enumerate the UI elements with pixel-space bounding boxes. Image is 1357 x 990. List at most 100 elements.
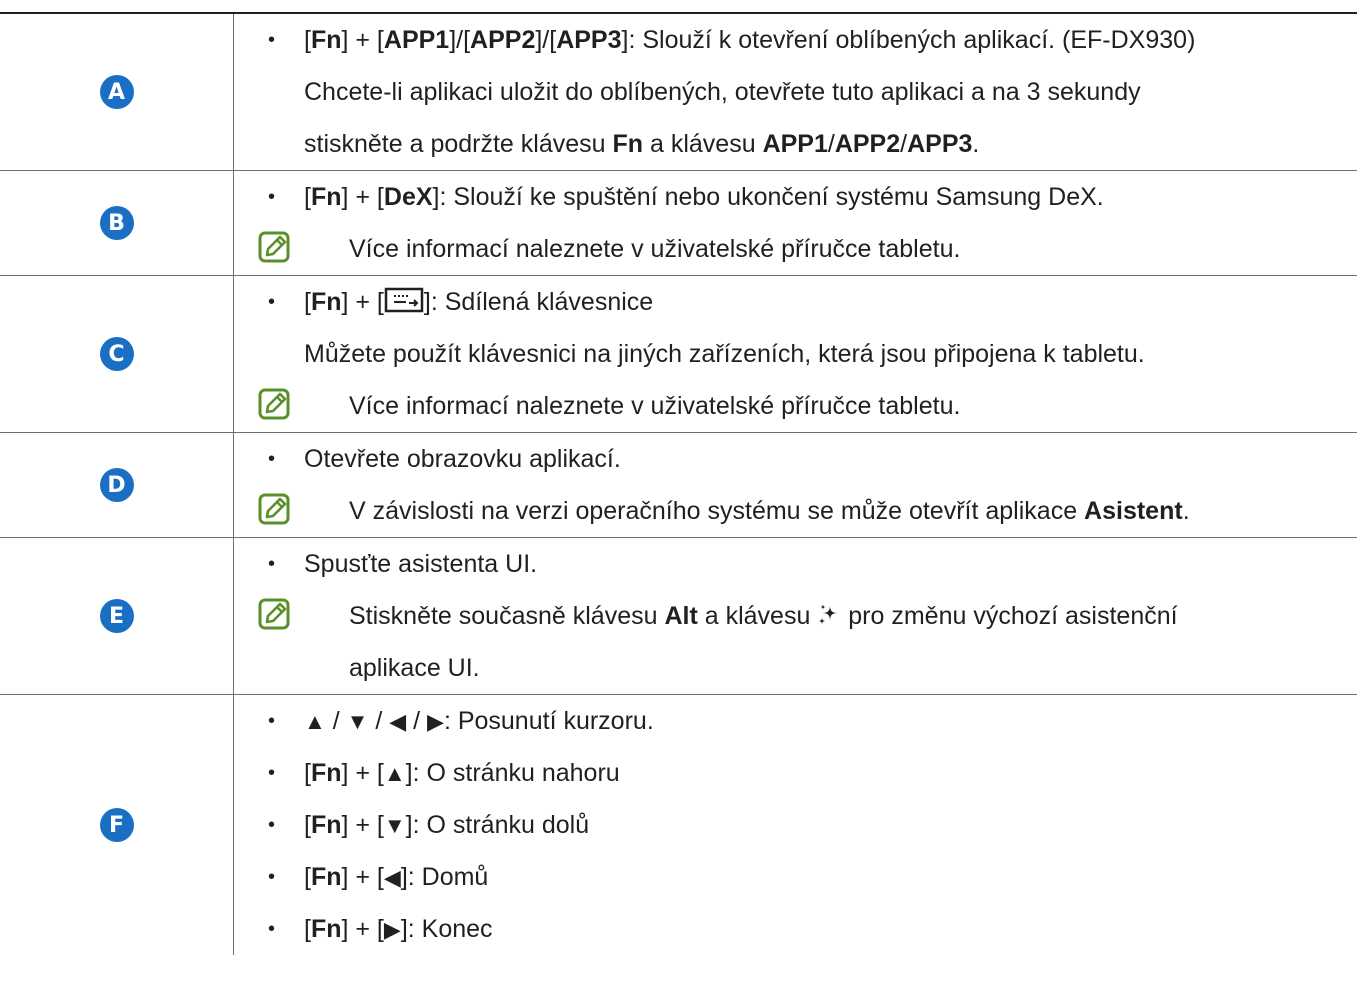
text-span: / xyxy=(368,707,390,735)
key-badge: B xyxy=(99,206,134,240)
key-cell: F xyxy=(0,695,234,955)
bullet-item: [Fn] + [DeX]: Slouží ke spuštění nebo uk… xyxy=(254,171,1357,223)
key-label: APP3 xyxy=(907,130,973,158)
shared-keyboard-icon xyxy=(384,288,424,313)
text-span: ] + [ xyxy=(341,811,384,839)
key-cell: C xyxy=(0,276,234,432)
key-label: APP2 xyxy=(470,26,536,54)
note-text: V závislosti na verzi operačního systému… xyxy=(254,485,1357,537)
key-badge: F xyxy=(99,808,134,842)
key-badge: A xyxy=(99,75,134,109)
bullet-item: [Fn] + [◀]: Domů xyxy=(254,851,1357,903)
text-span: [ xyxy=(304,811,311,839)
text-span: / xyxy=(325,707,347,735)
key-label: Fn xyxy=(612,130,644,158)
note-icon xyxy=(258,598,290,630)
shortcut-table: A [Fn] + [APP1]/[APP2]/[APP3]: Slouží k o… xyxy=(0,12,1357,955)
key-label: Alt xyxy=(664,602,698,630)
arrow-glyph: ▲ xyxy=(383,761,406,786)
text-span: aplikace UI. xyxy=(349,654,480,682)
bullet-item: Otevřete obrazovku aplikací. xyxy=(254,433,1357,485)
text-span: ] + [ xyxy=(341,759,384,787)
bullet-item: [Fn] + [▶]: Konec xyxy=(254,903,1357,955)
text-span: . xyxy=(972,130,980,158)
text-span: ] + [ xyxy=(341,26,384,54)
text-span: ]: Konec xyxy=(400,915,493,943)
key-label: Fn xyxy=(310,183,342,211)
description-cell: Otevřete obrazovku aplikací. V závislosti… xyxy=(234,433,1357,537)
key-label: Fn xyxy=(310,811,342,839)
text-span: ] + [ xyxy=(341,288,384,316)
key-label: APP1 xyxy=(762,130,828,158)
text-span: ]/[ xyxy=(449,26,471,54)
text-span: [ xyxy=(304,288,311,316)
note-text: aplikace UI. xyxy=(254,642,1357,694)
text-span: Více informací naleznete v uživatelské p… xyxy=(349,235,961,263)
text-span: V závislosti na verzi operačního systému… xyxy=(349,497,1085,525)
description-cell: [Fn] + []: Sdílená klávesnice Můžete použ… xyxy=(234,276,1357,432)
key-label: Fn xyxy=(310,759,342,787)
text-span: ]/[ xyxy=(535,26,557,54)
arrow-glyph: ◀ xyxy=(389,709,407,734)
text-span: [ xyxy=(304,183,311,211)
note-icon xyxy=(258,388,290,420)
key-label: Asistent xyxy=(1084,497,1183,525)
table-row: B [Fn] + [DeX]: Slouží ke spuštění nebo u… xyxy=(0,171,1357,276)
arrow-glyph: ▶ xyxy=(427,709,444,734)
key-label: APP2 xyxy=(834,130,901,158)
key-label: APP3 xyxy=(556,26,622,54)
text-span: / xyxy=(827,130,835,158)
table-row: F▲ / ▼ / ◀ / ▶: Posunutí kurzoru.[Fn] + … xyxy=(0,695,1357,955)
key-label: Fn xyxy=(310,26,342,54)
bullet-item: Spusťte asistenta UI. xyxy=(254,538,1357,590)
key-badge: E xyxy=(99,599,134,633)
key-label: Fn xyxy=(310,863,342,891)
note-text: Více informací naleznete v uživatelské p… xyxy=(254,223,1357,275)
text-span: ] + [ xyxy=(341,183,384,211)
key-cell: E xyxy=(0,538,234,694)
text-span: [ xyxy=(304,863,311,891)
text-span: ]: O stránku dolů xyxy=(405,811,590,839)
text-span: ] + [ xyxy=(341,915,384,943)
table-row: C [Fn] + []: Sdílená klávesnice Můžete pou… xyxy=(0,276,1357,433)
key-label: APP1 xyxy=(383,26,450,54)
text-span: a klávesu xyxy=(643,130,763,158)
description-text: stiskněte a podržte klávesu Fn a klávesu… xyxy=(254,118,1357,170)
note-text: Více informací naleznete v uživatelské p… xyxy=(254,380,1357,432)
arrow-glyph: ▲ xyxy=(304,709,326,734)
text-span: Můžete použít klávesnici na jiných zaříz… xyxy=(304,340,1145,368)
ai-sparkle-icon xyxy=(818,604,839,626)
arrow-glyph: ▶ xyxy=(383,917,401,942)
text-span: ]: Sdílená klávesnice xyxy=(423,288,654,316)
text-span: [ xyxy=(304,915,311,943)
bullet-item: [Fn] + [▼]: O stránku dolů xyxy=(254,799,1357,851)
text-span: ] + [ xyxy=(341,863,384,891)
key-cell: D xyxy=(0,433,234,537)
description-cell: [Fn] + [DeX]: Slouží ke spuštění nebo uk… xyxy=(234,171,1357,275)
description-text: Chcete-li aplikaci uložit do oblíbených,… xyxy=(254,66,1357,118)
table-row: D Otevřete obrazovku aplikací. V závislost… xyxy=(0,433,1357,538)
key-badge: C xyxy=(99,337,134,371)
key-cell: B xyxy=(0,171,234,275)
text-span: / xyxy=(406,707,428,735)
text-span: a klávesu xyxy=(697,602,818,630)
bullet-item: [Fn] + [APP1]/[APP2]/[APP3]: Slouží k ot… xyxy=(254,14,1357,66)
description-cell: Spusťte asistenta UI. Stiskněte současně … xyxy=(234,538,1357,694)
text-span: Více informací naleznete v uživatelské p… xyxy=(349,392,961,420)
description-cell: [Fn] + [APP1]/[APP2]/[APP3]: Slouží k ot… xyxy=(234,14,1357,170)
text-span: [ xyxy=(304,759,311,787)
text-span: Stiskněte současně klávesu xyxy=(349,602,665,630)
table-row: A [Fn] + [APP1]/[APP2]/[APP3]: Slouží k o… xyxy=(0,14,1357,171)
note-icon xyxy=(258,493,290,525)
key-cell: A xyxy=(0,14,234,170)
key-label: Fn xyxy=(310,915,342,943)
arrow-glyph: ▼ xyxy=(346,709,369,734)
text-span: Chcete-li aplikaci uložit do oblíbených,… xyxy=(304,78,1141,106)
text-span: : Posunutí kurzoru. xyxy=(443,707,654,735)
note-text: Stiskněte současně klávesu Alt a klávesu… xyxy=(254,590,1357,642)
description-text: Můžete použít klávesnici na jiných zaříz… xyxy=(254,328,1357,380)
arrow-glyph: ◀ xyxy=(383,865,401,890)
bullet-item: ▲ / ▼ / ◀ / ▶: Posunutí kurzoru. xyxy=(254,695,1357,747)
table-row: E Spusťte asistenta UI. Stiskněte současně… xyxy=(0,538,1357,695)
text-span: stiskněte a podržte klávesu xyxy=(304,130,613,158)
